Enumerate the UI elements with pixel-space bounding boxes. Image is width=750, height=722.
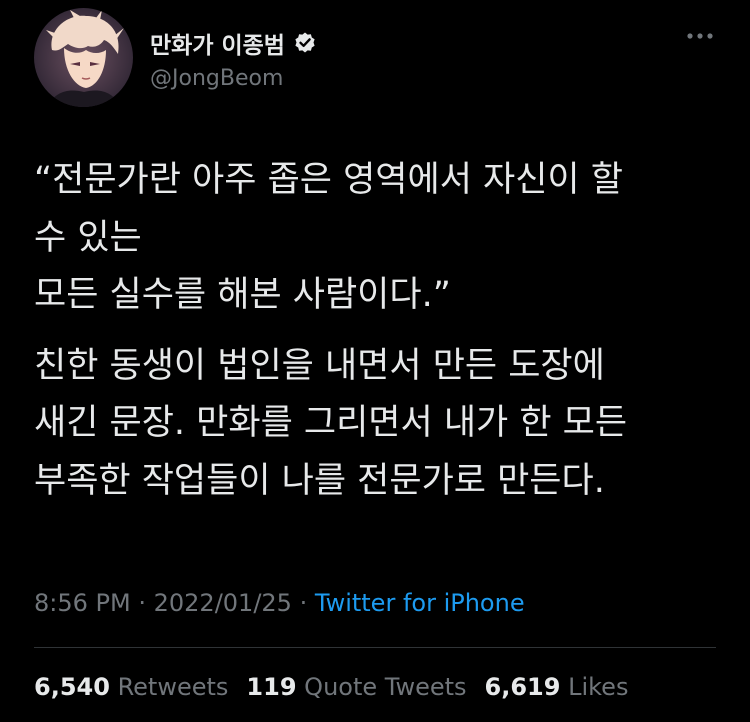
tweet-text-quote: “전문가란 아주 좁은 영역에서 자신이 할 수 있는 모든 실수를 해본 사람… (34, 160, 623, 315)
likes-count: 6,619 (484, 673, 561, 701)
tweet-header: 만화가 이종범 @JongBeom (34, 8, 724, 113)
more-options-icon[interactable] (684, 28, 716, 44)
author-handle[interactable]: @JongBeom (150, 66, 283, 91)
tweet-stats: 6,540 Retweets 119 Quote Tweets 6,619 Li… (34, 673, 628, 701)
retweets-stat[interactable]: 6,540 Retweets (34, 673, 228, 701)
quote-tweets-label: Quote Tweets (304, 673, 467, 701)
retweets-label: Retweets (117, 673, 229, 701)
tweet-text-comment: 친한 동생이 법인을 내면서 만든 도장에 새긴 문장. 만화를 그리면서 내가… (34, 345, 628, 501)
name-line: 만화가 이종범 (150, 26, 317, 60)
meta-separator: · (299, 589, 308, 617)
likes-label: Likes (568, 673, 629, 701)
avatar-illustration (34, 8, 133, 107)
tweet-meta: 8:56 PM · 2022/01/25 · Twitter for iPhon… (34, 589, 525, 617)
tweet-date[interactable]: 2022/01/25 (154, 589, 292, 617)
retweets-count: 6,540 (34, 673, 110, 701)
likes-stat[interactable]: 6,619 Likes (485, 673, 629, 701)
stats-divider (34, 647, 716, 648)
quote-tweets-count: 119 (246, 673, 297, 701)
verified-badge-icon (293, 31, 317, 55)
tweet-body: “전문가란 아주 좁은 영역에서 자신이 할 수 있는 모든 실수를 해본 사람… (34, 152, 724, 510)
quote-tweets-stat[interactable]: 119 Quote Tweets (246, 673, 466, 701)
tweet-time[interactable]: 8:56 PM (34, 589, 131, 617)
meta-separator: · (138, 589, 146, 617)
author-display-name[interactable]: 만화가 이종범 (150, 26, 285, 60)
tweet-source-link[interactable]: Twitter for iPhone (315, 589, 525, 617)
author-avatar[interactable] (34, 8, 133, 107)
